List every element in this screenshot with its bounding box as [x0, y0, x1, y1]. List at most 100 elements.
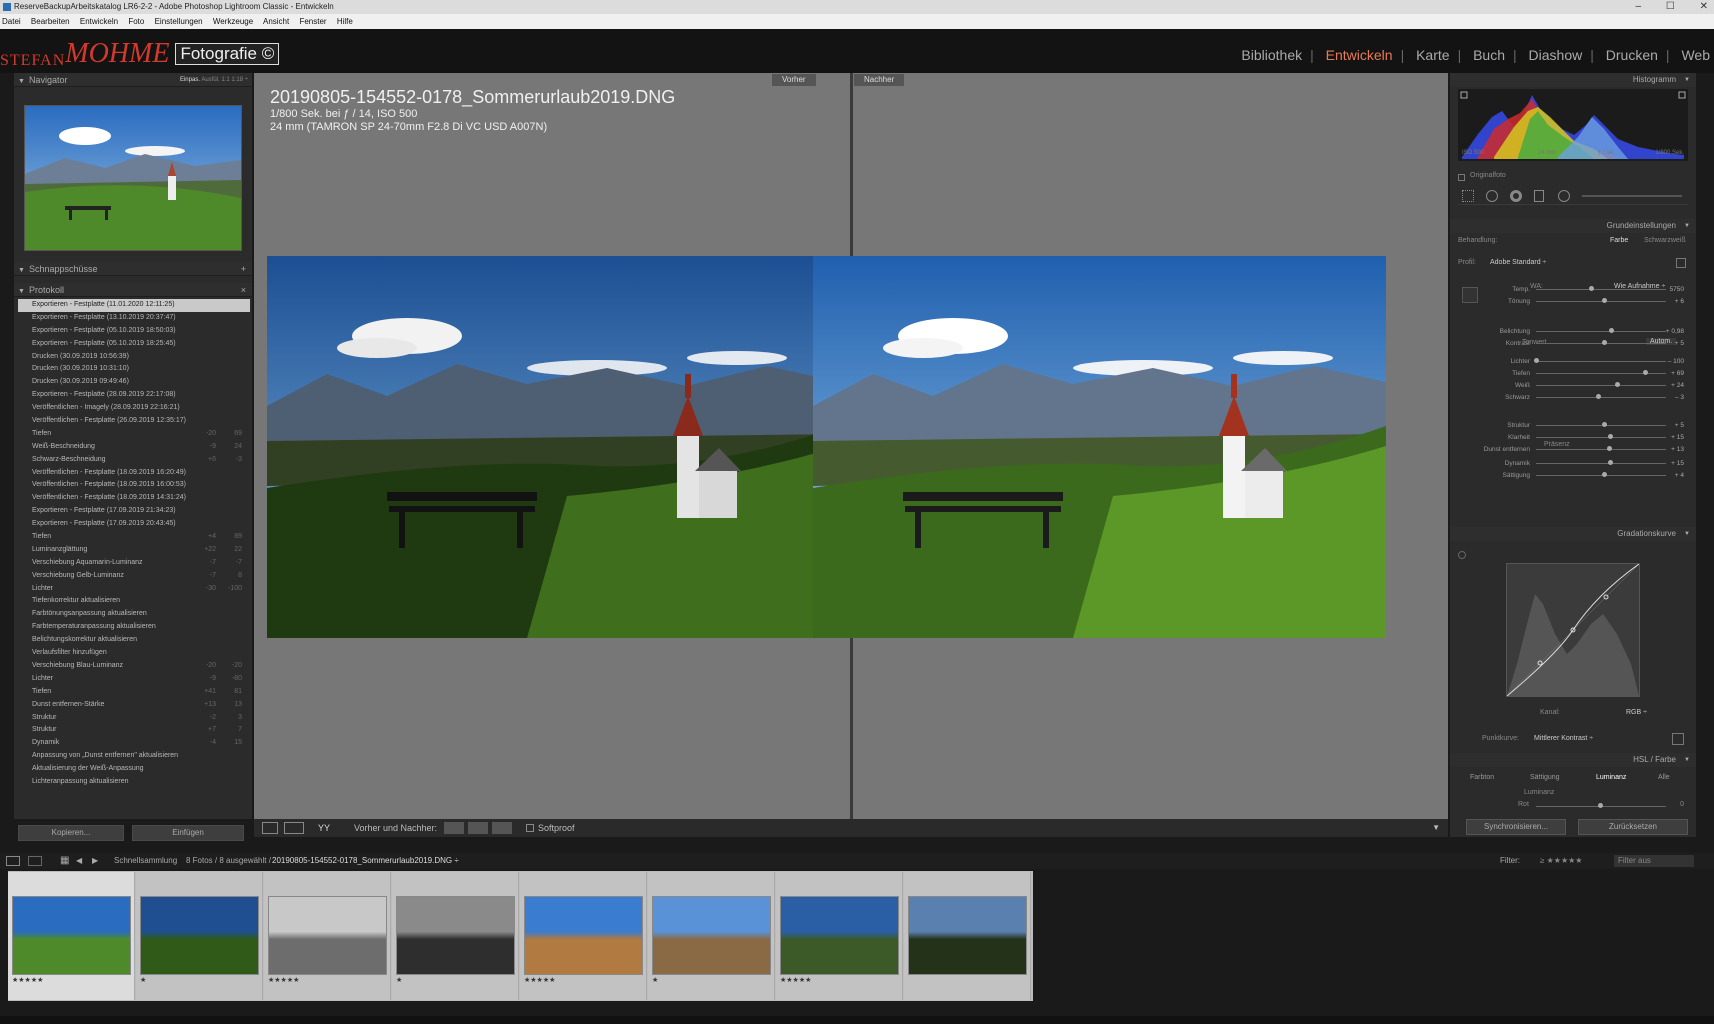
filmstrip-thumbnail[interactable]: ★★★★★	[520, 872, 647, 1000]
copy-button[interactable]: Kopieren...	[18, 825, 124, 841]
treatment-color[interactable]: Farbe	[1610, 237, 1628, 244]
history-item[interactable]: Drucken (30.09.2019 10:56:39)	[18, 351, 250, 364]
slider-thumb[interactable]	[1608, 434, 1614, 439]
module-web[interactable]: Web	[1681, 47, 1710, 63]
current-file[interactable]: 20190805-154552-0178_Sommerurlaub2019.DN…	[272, 853, 459, 869]
swap-button[interactable]	[492, 822, 512, 834]
slider-thumb[interactable]	[1601, 422, 1607, 427]
slider-value[interactable]: – 3	[1675, 392, 1684, 403]
thumbnail-image[interactable]	[652, 896, 771, 975]
hsl-red-thumb[interactable]	[1598, 803, 1603, 808]
history-item[interactable]: Exportieren - Festplatte (05.10.2019 18:…	[18, 325, 250, 338]
slider-dynamik[interactable]: Dynamik + 15	[1450, 458, 1696, 469]
filmstrip-thumbnail[interactable]: ★	[392, 872, 519, 1000]
slider-struktur[interactable]: Struktur + 5	[1450, 420, 1696, 431]
history-item[interactable]: Verlaufsfilter hinzufügen	[18, 647, 250, 660]
radial-filter-icon[interactable]	[1558, 190, 1570, 202]
softproof-checkbox[interactable]	[526, 824, 534, 832]
history-item[interactable]: Veröffentlichen - Festplatte (18.09.2019…	[18, 492, 250, 505]
thumbnail-image[interactable]	[396, 896, 515, 975]
slider-thumb[interactable]	[1643, 370, 1649, 375]
slider-thumb[interactable]	[1608, 460, 1614, 465]
before-after-mode-button[interactable]: YY	[318, 819, 330, 837]
paste-button[interactable]: Einfügen	[132, 825, 244, 841]
slider-track[interactable]	[1536, 463, 1666, 464]
history-item[interactable]: Exportieren - Festplatte (11.01.2020 12:…	[18, 299, 250, 312]
sync-button[interactable]: Synchronisieren...	[1466, 819, 1566, 835]
history-item[interactable]: Veröffentlichen - Festplatte (18.09.2019…	[18, 467, 250, 480]
slider-thumb[interactable]	[1606, 446, 1612, 451]
slider-tönung[interactable]: Tönung + 6	[1450, 296, 1696, 307]
history-item[interactable]: Dunst entfernen-Stärke +13 13	[18, 699, 250, 712]
history-item[interactable]: Tiefen +41 81	[18, 686, 250, 699]
history-item[interactable]: Tiefenkorrektur aktualisieren	[18, 595, 250, 608]
module-diashow[interactable]: Diashow	[1529, 47, 1583, 63]
menu-foto[interactable]: Foto	[128, 17, 144, 26]
brush-slider[interactable]	[1582, 195, 1682, 197]
slider-thumb[interactable]	[1601, 298, 1607, 303]
back-arrow-icon[interactable]: ◀	[76, 853, 82, 869]
module-buch[interactable]: Buch	[1473, 47, 1505, 63]
slider-value[interactable]: + 15	[1671, 432, 1684, 443]
compare-view-button[interactable]	[284, 822, 304, 834]
thumbnail-image[interactable]	[12, 896, 131, 975]
slider-kontrast[interactable]: Kontrast + 5	[1450, 338, 1696, 349]
slider-thumb[interactable]	[1601, 472, 1607, 477]
red-eye-icon[interactable]	[1510, 190, 1522, 202]
tone-curve-graph[interactable]	[1506, 563, 1640, 697]
history-item[interactable]: Exportieren - Festplatte (17.09.2019 21:…	[18, 505, 250, 518]
zoom-fill[interactable]: Ausfül.	[201, 77, 219, 83]
history-item[interactable]: Lichteranpassung aktualisieren	[18, 776, 250, 789]
history-item[interactable]: Belichtungskorrektur aktualisieren	[18, 634, 250, 647]
slider-weiß[interactable]: Weiß + 24	[1450, 380, 1696, 391]
treatment-bw[interactable]: Schwarzweiß	[1644, 237, 1686, 244]
main-window-icon[interactable]	[6, 856, 20, 866]
history-item[interactable]: Exportieren - Festplatte (17.09.2019 20:…	[18, 518, 250, 531]
copy-before-to-after-button[interactable]	[444, 822, 464, 834]
history-header[interactable]: ▼ Protokoll ×	[14, 283, 252, 297]
tab-hue[interactable]: Farbton	[1470, 771, 1494, 785]
slider-track[interactable]	[1536, 397, 1666, 398]
slider-klarheit[interactable]: Klarheit + 15	[1450, 432, 1696, 443]
slider-value[interactable]: + 4	[1675, 470, 1684, 481]
histogram-header[interactable]: Histogramm	[1450, 73, 1696, 87]
loupe-view-button[interactable]	[262, 822, 278, 834]
menu-einstellungen[interactable]: Einstellungen	[155, 17, 203, 26]
forward-arrow-icon[interactable]: ▶	[92, 853, 98, 869]
slider-track[interactable]	[1536, 361, 1666, 362]
toolbar-menu-icon[interactable]: ▼	[1432, 819, 1440, 837]
history-item[interactable]: Lichter -30 -100	[18, 583, 250, 596]
menu-bearbeiten[interactable]: Bearbeiten	[31, 17, 70, 26]
history-item[interactable]: Luminanzglättung +22 22	[18, 544, 250, 557]
slider-thumb[interactable]	[1601, 340, 1607, 345]
slider-thumb[interactable]	[1609, 328, 1615, 333]
module-entwickeln[interactable]: Entwickeln	[1326, 47, 1393, 63]
slider-track[interactable]	[1536, 449, 1666, 450]
slider-thumb[interactable]	[1614, 382, 1620, 387]
navigator-header[interactable]: ▼ Navigator Einpas. Ausfül. 1:1 1:18 ÷	[14, 73, 252, 87]
tone-curve-header[interactable]: Gradationskurve	[1450, 527, 1696, 541]
history-item[interactable]: Veröffentlichen - Festplatte (26.09.2019…	[18, 415, 250, 428]
zoom-custom[interactable]: 1:18 ÷	[231, 77, 248, 83]
add-snapshot-button[interactable]: +	[241, 262, 246, 276]
history-item[interactable]: Tiefen +4 89	[18, 531, 250, 544]
filmstrip-thumbnail[interactable]: ★★★★★	[776, 872, 903, 1000]
tab-saturation[interactable]: Sättigung	[1530, 771, 1560, 785]
slider-track[interactable]	[1536, 385, 1666, 386]
history-item[interactable]: Lichter -9 -80	[18, 673, 250, 686]
slider-track[interactable]	[1536, 425, 1666, 426]
filter-select[interactable]: Filter aus	[1614, 855, 1694, 867]
slider-track[interactable]	[1536, 475, 1666, 476]
slider-value[interactable]: + 13	[1671, 444, 1684, 455]
original-photo-checkbox[interactable]	[1458, 174, 1465, 181]
history-item[interactable]: Tiefen -20 69	[18, 428, 250, 441]
history-item[interactable]: Drucken (30.09.2019 10:31:10)	[18, 363, 250, 376]
history-item[interactable]: Exportieren - Festplatte (05.10.2019 18:…	[18, 338, 250, 351]
profile-select[interactable]: Adobe Standard ÷	[1490, 259, 1546, 266]
spot-removal-icon[interactable]	[1486, 190, 1498, 202]
history-item[interactable]: Farbtemperaturanpassung aktualisieren	[18, 621, 250, 634]
copy-after-to-before-button[interactable]	[468, 822, 488, 834]
menu-ansicht[interactable]: Ansicht	[263, 17, 289, 26]
history-item[interactable]: Struktur +7 7	[18, 724, 250, 737]
collapse-icon[interactable]: ▼	[18, 78, 25, 85]
